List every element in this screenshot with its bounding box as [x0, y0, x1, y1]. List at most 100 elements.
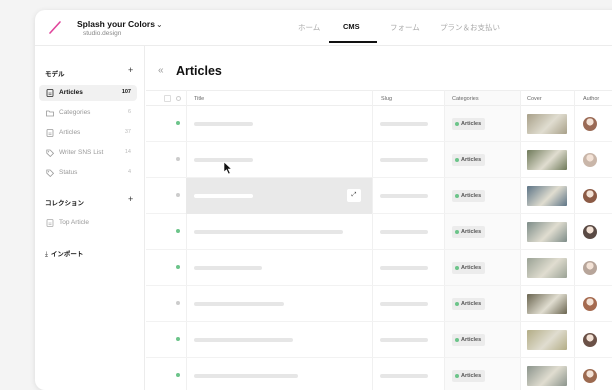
collections-section-title: コレクション [45, 200, 84, 207]
title-cell[interactable] [186, 250, 372, 286]
status-dot [176, 301, 180, 305]
tab-form[interactable]: フォーム [390, 22, 420, 33]
column-header-slug[interactable]: Slug [381, 96, 392, 102]
table-row[interactable]: Articles [146, 322, 612, 358]
table-row[interactable]: Articles [146, 286, 612, 322]
sidebar-item-count: 37 [124, 129, 131, 135]
tag-icon [46, 169, 54, 177]
top-bar: Splash your Colors studio.design ⌄ ホーム C… [35, 10, 612, 46]
sidebar-item-categories[interactable]: Categories 6 [39, 105, 137, 121]
table-row[interactable]: ⤢ Articles [146, 178, 612, 214]
slug-placeholder [380, 266, 428, 270]
title-cell[interactable] [186, 358, 372, 390]
cover-thumbnail[interactable] [527, 258, 567, 278]
mouse-pointer-icon [223, 161, 233, 175]
document-icon [46, 219, 54, 227]
title-placeholder [194, 266, 262, 270]
app-name[interactable]: Splash your Colors [77, 19, 155, 29]
author-avatar[interactable] [583, 369, 597, 383]
title-cell[interactable] [186, 106, 372, 142]
category-badge[interactable]: Articles [452, 334, 486, 346]
table-row[interactable]: Articles [146, 358, 612, 390]
table-row[interactable]: Articles [146, 106, 612, 142]
sidebar-item-label: Status [59, 169, 78, 176]
folder-icon [46, 110, 54, 117]
cover-thumbnail[interactable] [527, 114, 567, 134]
category-badge[interactable]: Articles [452, 370, 486, 382]
slug-placeholder [380, 158, 428, 162]
sidebar-item-count: 4 [127, 169, 131, 175]
sidebar-item-label: Top Article [59, 219, 89, 226]
app-logo-icon[interactable] [47, 19, 63, 35]
category-badge[interactable]: Articles [452, 190, 486, 202]
sidebar-item-writer-sns-list[interactable]: Writer SNS List 14 [39, 145, 137, 161]
category-badge[interactable]: Articles [452, 262, 486, 274]
page-title: Articles [176, 64, 222, 78]
column-header-title[interactable]: Title [194, 96, 204, 102]
cover-thumbnail[interactable] [527, 294, 567, 314]
cover-thumbnail[interactable] [527, 330, 567, 350]
title-cell[interactable]: ⤢ [186, 178, 372, 214]
slug-placeholder [380, 230, 428, 234]
table-row[interactable]: Articles [146, 250, 612, 286]
app-subdomain: studio.design [83, 30, 122, 37]
author-avatar[interactable] [583, 117, 597, 131]
status-dot [176, 157, 180, 161]
category-badge[interactable]: Articles [452, 226, 486, 238]
select-all-checkbox[interactable] [164, 95, 171, 102]
title-cell[interactable] [186, 142, 372, 178]
title-cell[interactable] [186, 286, 372, 322]
sidebar-item-label: Articles [59, 129, 81, 136]
sidebar-item-count: 6 [127, 109, 131, 115]
slug-placeholder [380, 302, 428, 306]
table-row[interactable]: Articles [146, 214, 612, 250]
cover-thumbnail[interactable] [527, 366, 567, 386]
sidebar-item-count: 107 [121, 89, 131, 95]
column-header-cover[interactable]: Cover [527, 96, 542, 102]
author-avatar[interactable] [583, 297, 597, 311]
slug-placeholder [380, 122, 428, 126]
table-header: Title Slug Categories Cover Author [146, 90, 612, 106]
sidebar-item-articles[interactable]: Articles 37 [39, 125, 137, 141]
category-badge[interactable]: Articles [452, 298, 486, 310]
cover-thumbnail[interactable] [527, 222, 567, 242]
title-cell[interactable] [186, 214, 372, 250]
sidebar-item-articles[interactable]: Articles 107 [39, 85, 137, 101]
category-badge[interactable]: Articles [452, 154, 486, 166]
author-avatar[interactable] [583, 333, 597, 347]
tab-cms[interactable]: CMS [343, 22, 360, 31]
category-badge[interactable]: Articles [452, 118, 486, 130]
slug-placeholder [380, 194, 428, 198]
collapse-sidebar-icon[interactable]: « [158, 65, 164, 76]
author-avatar[interactable] [583, 261, 597, 275]
title-placeholder [194, 302, 284, 306]
sidebar: モデル + Articles 107 Categories 6 Articles 37 Wr… [35, 46, 145, 390]
column-header-author[interactable]: Author [583, 96, 599, 102]
document-icon [46, 129, 54, 137]
author-avatar[interactable] [583, 153, 597, 167]
import-button[interactable]: ⤓ インポート [45, 248, 83, 259]
tag-icon [46, 149, 54, 157]
add-model-button[interactable]: + [128, 65, 133, 75]
tab-home[interactable]: ホーム [298, 22, 320, 33]
sidebar-item-label: Articles [59, 89, 83, 96]
table-row[interactable]: Articles [146, 142, 612, 178]
column-header-categories[interactable]: Categories [452, 96, 479, 102]
author-avatar[interactable] [583, 189, 597, 203]
expand-row-icon[interactable]: ⤢ [347, 189, 361, 202]
title-cell[interactable] [186, 322, 372, 358]
tab-plans-billing[interactable]: プラン＆お支払い [440, 22, 500, 33]
add-collection-button[interactable]: + [128, 194, 133, 204]
sidebar-item-label: Categories [59, 109, 91, 116]
models-section-title: モデル [45, 71, 65, 78]
document-icon [46, 89, 54, 97]
author-avatar[interactable] [583, 225, 597, 239]
cover-thumbnail[interactable] [527, 150, 567, 170]
status-dot [176, 121, 180, 125]
project-switcher-chevron-icon[interactable]: ⌄ [156, 20, 163, 29]
sidebar-item-top-article[interactable]: Top Article [39, 215, 137, 231]
sidebar-item-status[interactable]: Status 4 [39, 165, 137, 181]
cover-thumbnail[interactable] [527, 186, 567, 206]
status-dot [176, 193, 180, 197]
title-placeholder [194, 230, 343, 234]
